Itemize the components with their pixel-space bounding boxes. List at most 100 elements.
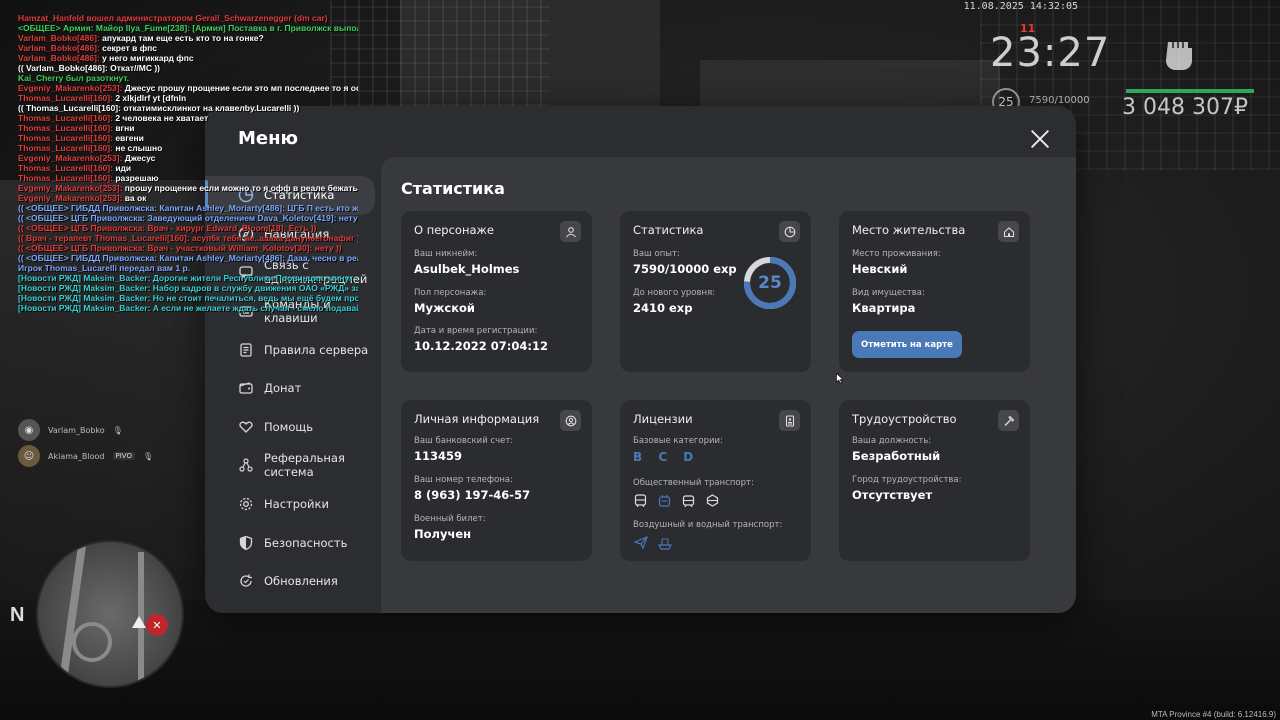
field-phone: Ваш номер телефона: 8 (963) 197-46-57 xyxy=(414,475,530,502)
home-icon[interactable] xyxy=(998,221,1019,242)
chat-sender: Evgeniy_Makarenko[253]: xyxy=(18,193,123,203)
sidebar-item-security[interactable]: Безопасность xyxy=(205,523,381,562)
field-value: 2410 exp xyxy=(633,301,693,315)
field-nickname: Ваш никнейм: Asulbek_Holmes xyxy=(414,249,519,276)
chat-sender: Evgeniy_Makarenko[253]: xyxy=(18,153,123,163)
sidebar-item-label: Обновления xyxy=(264,574,338,589)
field-value: 113459 xyxy=(414,449,463,463)
chat-line: Varlam_Bobko[486]: апукард там еще есть … xyxy=(18,33,358,43)
card-title: Трудоустройство xyxy=(852,412,957,426)
sidebar-item-label: Помощь xyxy=(264,419,314,434)
chat-sender: Thomas_Lucarelli[160]: xyxy=(18,93,113,103)
sidebar-item-settings[interactable]: Настройки xyxy=(205,485,381,524)
chat-message: не слышно xyxy=(112,143,163,153)
sidebar-item-label: Правила сервера xyxy=(264,342,369,357)
field-value: 8 (963) 197-46-57 xyxy=(414,488,531,502)
chat-line: Thomas_Lucarelli[160]: евгени xyxy=(18,133,358,143)
chat-sender: Thomas_Lucarelli[160]: xyxy=(18,163,113,173)
hud-money: 3 048 307₽ xyxy=(1122,95,1248,120)
mark-on-map-button[interactable]: Отметить на карте xyxy=(852,331,962,358)
field-label: Ваш банковский счет: xyxy=(414,436,514,446)
fist-icon xyxy=(1166,42,1192,70)
chat-line: Игрок Thomas_Lucarelli передал вам 1 р. xyxy=(18,263,191,273)
player-arrow-icon xyxy=(132,616,146,628)
chat-message: 2 человека не хватает xyxy=(112,113,209,123)
card-employment: Трудоустройство Ваша должность: Безработ… xyxy=(839,400,1030,561)
chat-line: (( Врач - терапевт Thomas_Lucarelli[160]… xyxy=(18,233,358,243)
chat-message: секрет в фпс xyxy=(99,43,158,53)
field-value: Невский xyxy=(852,262,908,276)
field-exp: Ваш опыт: 7590/10000 exp xyxy=(633,249,737,276)
card-title: Статистика xyxy=(633,223,704,237)
card-title: О персонаже xyxy=(414,223,494,237)
close-button[interactable] xyxy=(1029,128,1051,150)
chat-line: (( Thomas_Lucarelli[160]: откатимисклинк… xyxy=(18,103,300,113)
chat-line: Thomas_Lucarelli[160]: не слышно xyxy=(18,143,358,153)
card-character: О персонаже Ваш никнейм: Asulbek_Holmes … xyxy=(401,211,592,372)
heart-hands-icon xyxy=(237,418,255,436)
field-next-level: До нового уровня: 2410 exp xyxy=(633,288,715,315)
field-label: Пол персонажа: xyxy=(414,288,487,298)
chat-line: Evgeniy_Makarenko[253]: Джесус прошу про… xyxy=(18,83,358,93)
field-public-transport: Общественный транспорт: xyxy=(633,478,754,508)
field-label: Ваш опыт: xyxy=(633,249,680,259)
card-personal-info: Личная информация Ваш банковский счет: 1… xyxy=(401,400,592,561)
voice-user-name: Akiama_Blood xyxy=(48,451,105,461)
chat-message: иди xyxy=(112,163,132,173)
chat-message: прошу прощение если можно то я офф в реа… xyxy=(122,183,358,193)
card-residence: Место жительства Место проживания: Невск… xyxy=(839,211,1030,372)
hud-exp: 7590/10000 xyxy=(1029,95,1090,106)
field-value: 10.12.2022 07:04:12 xyxy=(414,339,548,353)
chat-message: вгни xyxy=(112,123,135,133)
sidebar-item-donate[interactable]: Донат xyxy=(205,369,381,408)
field-value: Квартира xyxy=(852,301,916,315)
field-position: Ваша должность: Безработный xyxy=(852,436,940,463)
field-residence: Место проживания: Невский xyxy=(852,249,941,276)
chat-sender: Varlam_Bobko[486]: xyxy=(18,33,100,43)
level-number: 25 xyxy=(758,273,782,293)
bus-icon xyxy=(633,493,648,508)
gear-icon xyxy=(237,495,255,513)
field-job-city: Город трудоустройства: Отсутствует xyxy=(852,475,962,502)
hammer-icon[interactable] xyxy=(998,410,1019,431)
mouse-cursor-icon xyxy=(836,373,844,384)
sidebar-item-rules[interactable]: Правила сервера xyxy=(205,330,381,369)
discord-icon: ◉ xyxy=(18,419,40,441)
field-label: Ваш никнейм: xyxy=(414,249,478,259)
field-value: Отсутствует xyxy=(852,488,933,502)
chat-message: Джесус xyxy=(122,153,156,163)
chat-line: (( <ОБЩЕЕ> ЦГБ Приволжска: Заведующий от… xyxy=(18,213,358,223)
field-label: Военный билет: xyxy=(414,514,486,524)
field-bank-account: Ваш банковский счет: 113459 xyxy=(414,436,513,463)
card-title: Лицензии xyxy=(633,412,693,426)
chat-sender: Evgeniy_Makarenko[253]: xyxy=(18,83,123,93)
field-label: До нового уровня: xyxy=(633,288,716,298)
sidebar-item-referral[interactable]: Реферальная система xyxy=(205,446,381,485)
health-bar xyxy=(1126,89,1254,93)
user-icon[interactable] xyxy=(560,221,581,242)
sidebar-item-updates[interactable]: Обновления xyxy=(205,562,381,601)
id-card-icon[interactable] xyxy=(779,410,800,431)
chat-message: Джесус прошу прощение если это мп послед… xyxy=(124,83,358,93)
sidebar-item-help[interactable]: Помощь xyxy=(205,408,381,447)
hud-datetime: 11.08.2025 14:32:05 xyxy=(963,1,1078,12)
mic-icon: 🎙 xyxy=(112,425,123,435)
chat-line: (( <ОБЩЕЕ> ГИБДД Приволжска: Капитан Ash… xyxy=(18,253,358,263)
wallet-icon xyxy=(237,379,255,397)
chat-line: Hamzat_Hanfeld вошел администратором Ger… xyxy=(18,13,328,23)
chat-sender: Thomas_Lucarelli[160]: xyxy=(18,133,113,143)
chat-sender: Evgeniy_Makarenko[253]: xyxy=(18,183,123,193)
chat-line: (( <ОБЩЕЕ> ГИБДД Приволжска: Капитан Ash… xyxy=(18,203,358,213)
field-registration: Дата и время регистрации: 10.12.2022 07:… xyxy=(414,326,548,353)
chat-sender: Thomas_Lucarelli[160]: xyxy=(18,143,113,153)
sidebar-item-label: Настройки xyxy=(264,497,329,512)
chat-message: евгени xyxy=(112,133,144,143)
mic-icon: 🎙 xyxy=(142,451,154,461)
pie-chart-icon[interactable] xyxy=(779,221,800,242)
chat-message: апукард там еще есть кто то на гонке? xyxy=(99,33,264,43)
chat-line: <ОБЩЕЕ> Армия: Майор Ilya_Fume[238]: [Ар… xyxy=(18,23,358,33)
user-circle-icon[interactable] xyxy=(560,410,581,431)
chat-message: 2 xlkjdlrf yt [dfnln xyxy=(112,93,187,103)
stats-panel: Статистика О персонаже Ваш никнейм: Asul… xyxy=(381,157,1076,613)
voice-user: ◉ Varlam_Bobko 🎙 xyxy=(18,419,123,441)
